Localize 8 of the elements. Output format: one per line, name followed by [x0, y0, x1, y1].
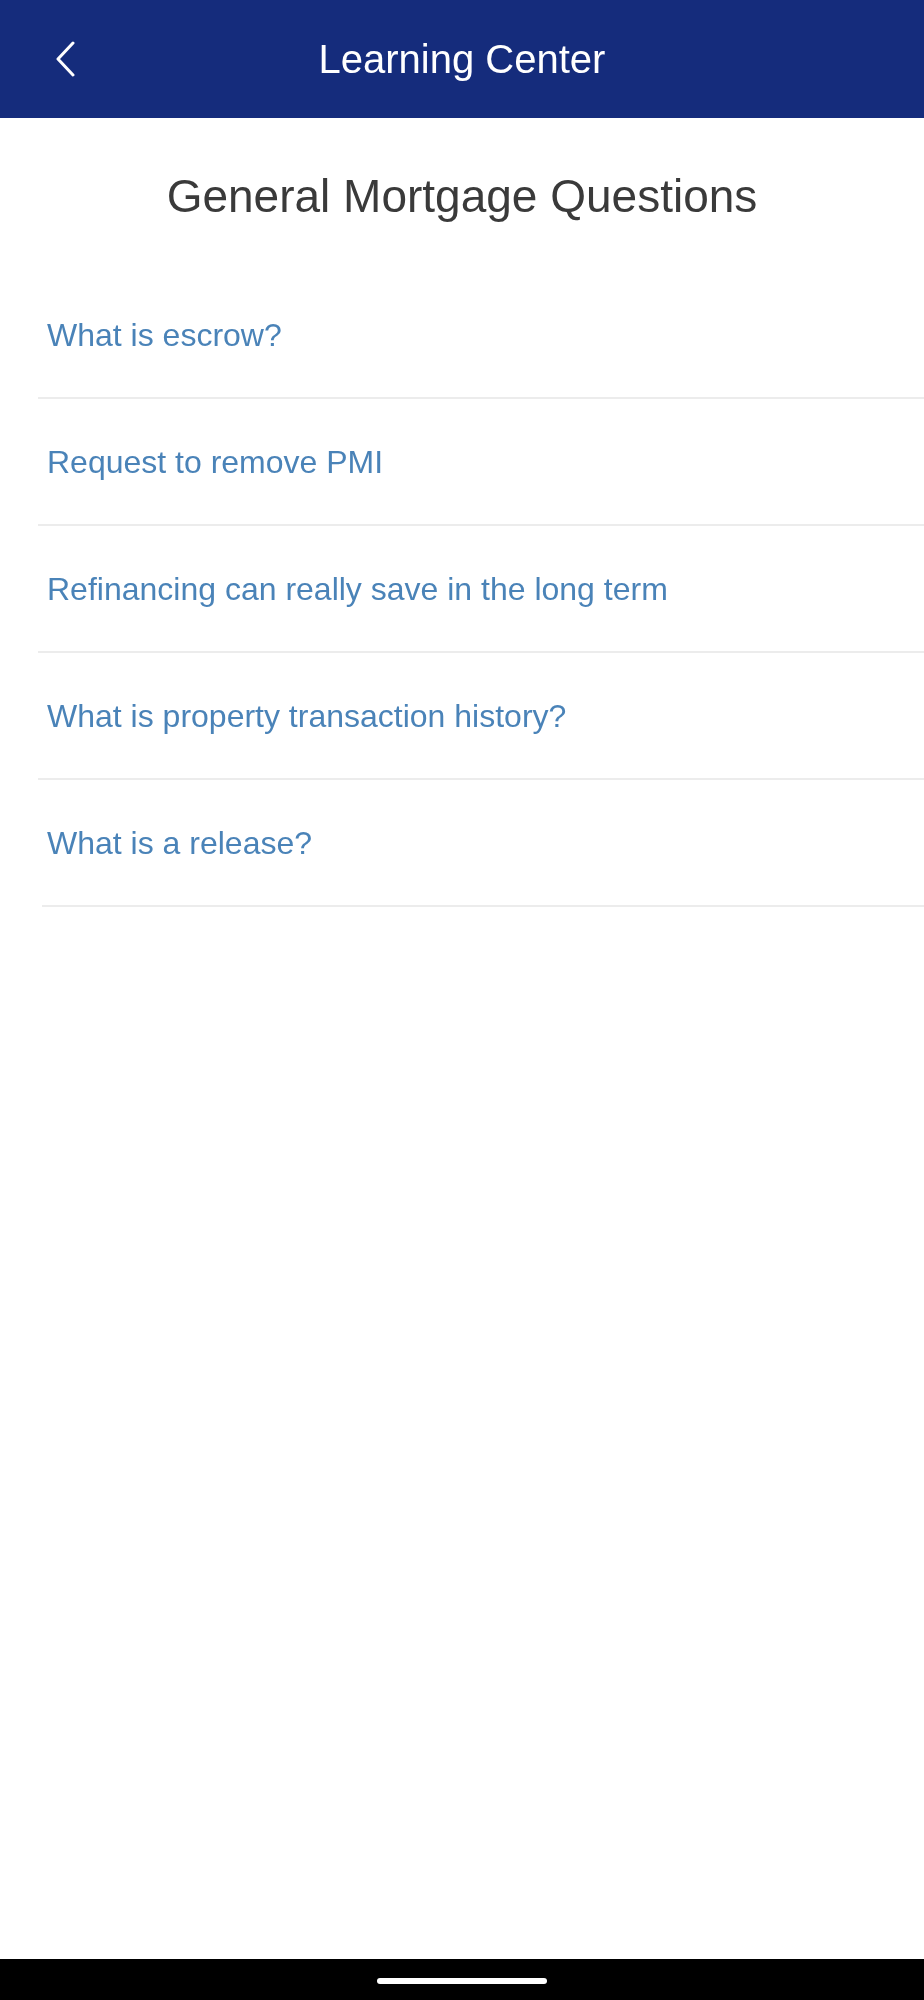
- question-item[interactable]: Request to remove PMI: [38, 399, 924, 526]
- back-icon: [56, 41, 75, 77]
- question-item[interactable]: Refinancing can really save in the long term: [38, 526, 924, 653]
- section-title: General Mortgage Questions: [166, 172, 758, 220]
- question-item[interactable]: What is escrow?: [38, 272, 924, 399]
- page-title: Learning Center: [318, 36, 606, 83]
- question-item[interactable]: What is a release?: [42, 780, 924, 907]
- question-item[interactable]: What is property transaction history?: [38, 653, 924, 780]
